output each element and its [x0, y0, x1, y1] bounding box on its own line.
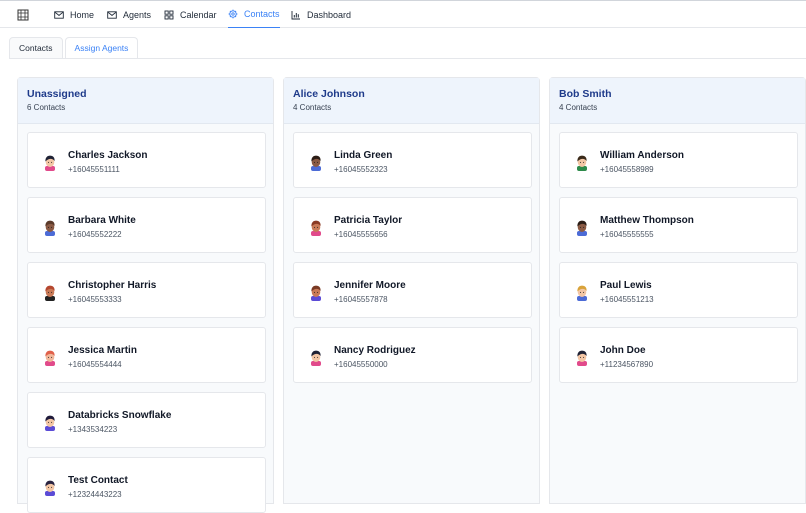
- contact-name: Jessica Martin: [68, 345, 137, 356]
- contact-name: Matthew Thompson: [600, 215, 694, 226]
- contact-phone: +11234567890: [600, 360, 654, 369]
- avatar-icon: [311, 155, 321, 171]
- contact-card[interactable]: Nancy Rodriguez +16045550000: [293, 327, 532, 383]
- tabs-divider: [9, 58, 806, 59]
- column-header: Alice Johnson 4 Contacts: [284, 78, 539, 124]
- contact-card[interactable]: Charles Jackson +16045551111: [27, 132, 266, 188]
- contact-name: Jennifer Moore: [334, 280, 406, 291]
- contact-name: Patricia Taylor: [334, 215, 403, 226]
- contact-phone: +16045557878: [334, 295, 388, 304]
- bar-chart-icon: [291, 10, 300, 19]
- nav-agents[interactable]: Agents: [107, 1, 151, 28]
- grid-icon: [164, 10, 174, 19]
- agent-column[interactable]: Unassigned 6 Contacts Charles Jackson +1604…: [17, 77, 274, 513]
- contact-phone: +1343534223: [68, 425, 118, 434]
- contact-phone: +16045552222: [68, 230, 122, 239]
- contact-card[interactable]: Test Contact +12324443223: [27, 457, 266, 513]
- nav-agents-label: Agents: [123, 9, 152, 20]
- contact-card[interactable]: John Doe +11234567890: [559, 327, 798, 383]
- nav-contacts-label: Contacts: [244, 9, 280, 19]
- avatar-icon: [577, 350, 587, 366]
- contact-card[interactable]: Patricia Taylor +16045555656: [293, 197, 532, 253]
- contact-card[interactable]: Matthew Thompson +16045555555: [559, 197, 798, 253]
- column-title: Bob Smith: [559, 88, 612, 100]
- mail-icon: [54, 10, 64, 19]
- contact-name: Christopher Harris: [68, 280, 157, 291]
- contact-card[interactable]: William Anderson +16045558989: [559, 132, 798, 188]
- tab-assign-agents[interactable]: Assign Agents: [64, 37, 139, 59]
- contact-phone: +16045551213: [600, 295, 654, 304]
- avatar-icon: [45, 220, 55, 236]
- avatar-icon: [311, 285, 321, 301]
- avatar-icon: [45, 480, 55, 496]
- contact-card[interactable]: Barbara White +16045552222: [27, 197, 266, 253]
- contact-phone: +16045550000: [334, 360, 388, 369]
- mail-icon: [107, 10, 117, 19]
- column-title: Unassigned: [27, 88, 87, 100]
- contact-phone: +16045558989: [600, 165, 654, 174]
- top-nav: Home Agents Calendar Contacts Dashboard: [0, 0, 806, 28]
- avatar-icon: [45, 285, 55, 301]
- nav-calendar[interactable]: Calendar: [164, 1, 217, 28]
- contact-card[interactable]: Linda Green +16045552323: [293, 132, 532, 188]
- agent-column[interactable]: Alice Johnson 4 Contacts Linda Green +16045…: [283, 77, 540, 504]
- contact-card[interactable]: Paul Lewis +16045551213: [559, 262, 798, 318]
- contact-phone: +16045555656: [334, 230, 388, 239]
- nav-dashboard[interactable]: Dashboard: [291, 1, 351, 28]
- contact-name: Linda Green: [334, 150, 393, 161]
- contact-phone: +16045555555: [600, 230, 654, 239]
- column-count: 4 Contacts: [559, 103, 598, 112]
- agent-column[interactable]: Bob Smith 4 Contacts William Anderson +1604…: [549, 77, 806, 504]
- contact-phone: +16045554444: [68, 360, 122, 369]
- nav-home[interactable]: Home: [54, 1, 94, 28]
- contact-name: John Doe: [600, 345, 646, 356]
- contact-phone: +16045553333: [68, 295, 122, 304]
- nav-calendar-label: Calendar: [180, 9, 217, 20]
- contact-phone: +12324443223: [68, 490, 122, 499]
- tab-contacts[interactable]: Contacts: [9, 37, 63, 59]
- contact-name: Paul Lewis: [600, 280, 652, 291]
- column-header: Bob Smith 4 Contacts: [550, 78, 805, 124]
- avatar-icon: [311, 350, 321, 366]
- contact-card[interactable]: Jennifer Moore +16045557878: [293, 262, 532, 318]
- avatar-icon: [45, 350, 55, 366]
- contact-phone: +16045552323: [334, 165, 388, 174]
- avatar-icon: [577, 155, 587, 171]
- contact-card[interactable]: Databricks Snowflake +1343534223: [27, 392, 266, 448]
- column-title: Alice Johnson: [293, 88, 365, 100]
- view-tabs: Contacts Assign Agents: [9, 37, 139, 59]
- avatar-icon: [45, 415, 55, 431]
- contact-card[interactable]: Christopher Harris +16045553333: [27, 262, 266, 318]
- contact-name: Charles Jackson: [68, 150, 148, 161]
- contact-card[interactable]: Jessica Martin +16045554444: [27, 327, 266, 383]
- nav-home-label: Home: [70, 9, 95, 20]
- avatar-icon: [577, 220, 587, 236]
- contact-name: Test Contact: [68, 475, 128, 486]
- column-count: 6 Contacts: [27, 103, 66, 112]
- app-logo-icon[interactable]: [17, 9, 29, 21]
- contact-name: Barbara White: [68, 215, 136, 226]
- contact-name: William Anderson: [600, 150, 684, 161]
- avatar-icon: [577, 285, 587, 301]
- contact-name: Databricks Snowflake: [68, 410, 172, 421]
- gear-icon: [228, 9, 238, 19]
- avatar-icon: [45, 155, 55, 171]
- column-count: 4 Contacts: [293, 103, 332, 112]
- nav-dashboard-label: Dashboard: [307, 9, 352, 20]
- contact-phone: +16045551111: [68, 165, 120, 174]
- avatar-icon: [311, 220, 321, 236]
- column-header: Unassigned 6 Contacts: [18, 78, 273, 124]
- nav-contacts[interactable]: Contacts: [228, 1, 280, 28]
- contact-name: Nancy Rodriguez: [334, 345, 416, 356]
